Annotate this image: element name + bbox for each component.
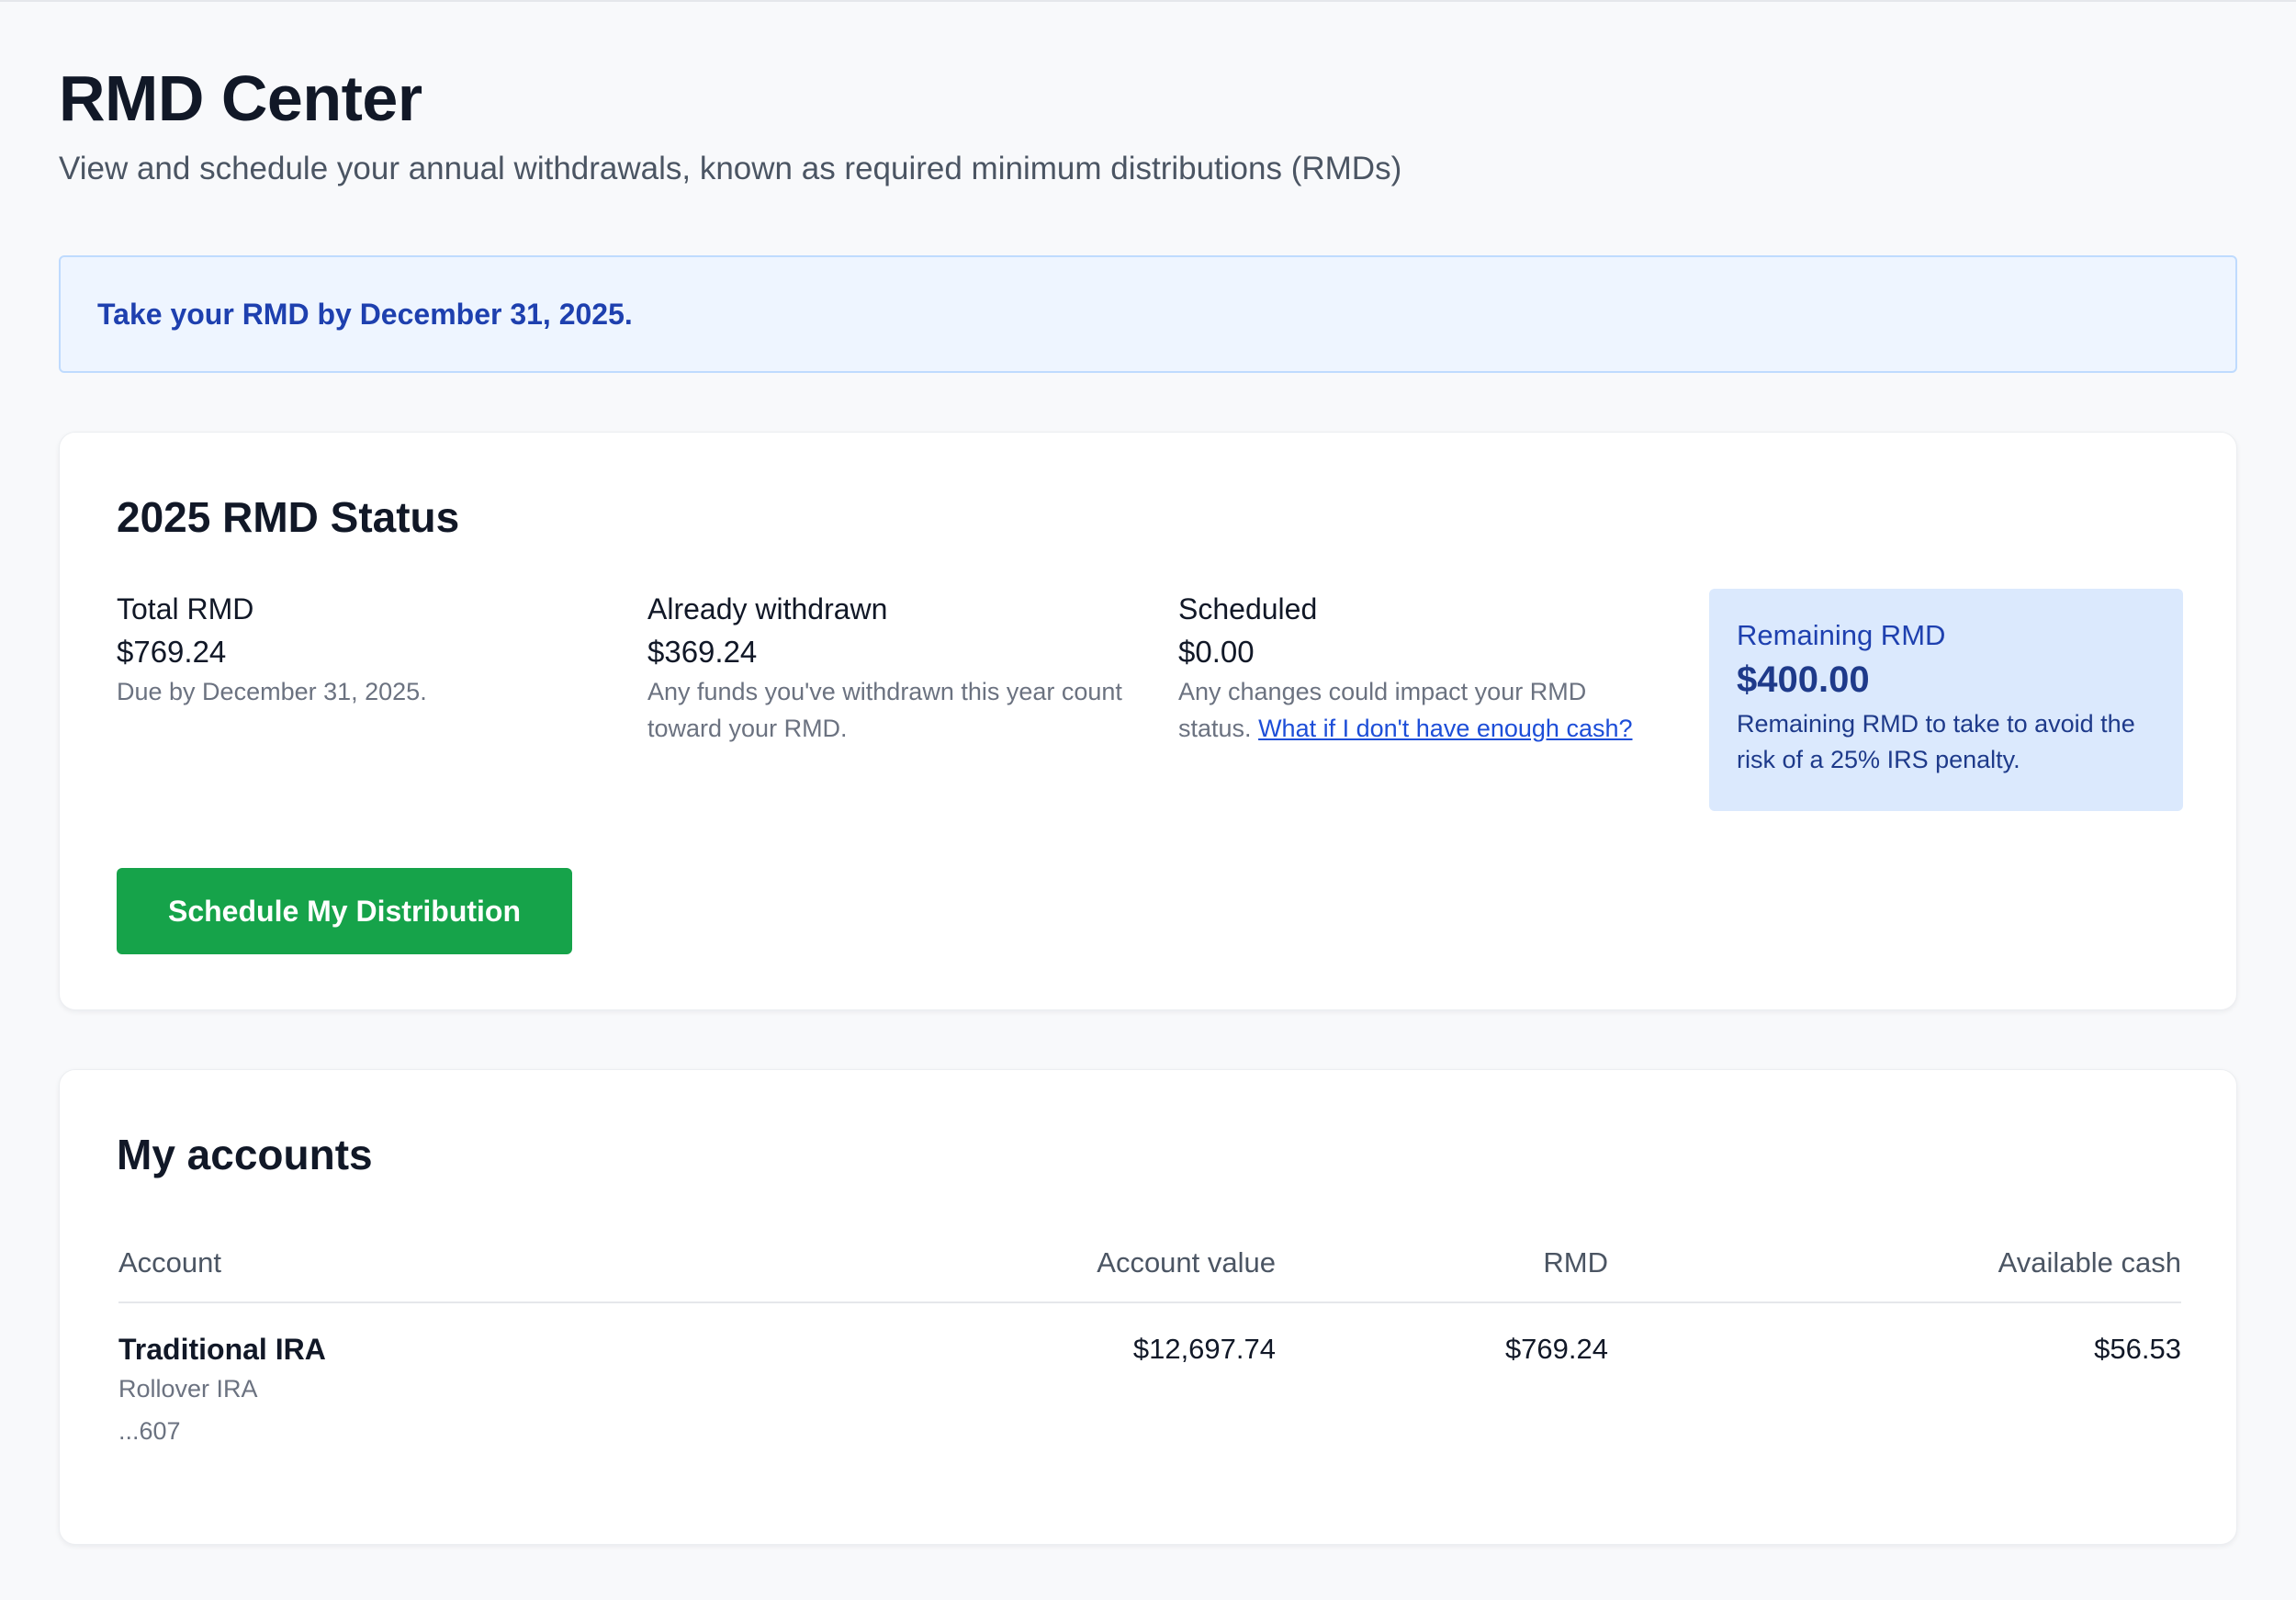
remaining-rmd-note: Remaining RMD to take to avoid the risk … bbox=[1737, 710, 2135, 773]
remaining-rmd-panel: Remaining RMD $400.00 Remaining RMD to t… bbox=[1709, 589, 2183, 811]
scheduled-note: Any changes could impact your RMD status… bbox=[1178, 673, 1656, 747]
already-withdrawn-label: Already withdrawn bbox=[647, 592, 888, 625]
account-value-cell: $12,697.74 bbox=[1132, 1333, 1276, 1365]
my-accounts-card: My accounts Account Account value RMD Av… bbox=[59, 1069, 2237, 1545]
page-title: RMD Center bbox=[59, 62, 422, 134]
schedule-distribution-button[interactable]: Schedule My Distribution bbox=[117, 868, 572, 954]
total-rmd-note: Due by December 31, 2025. bbox=[117, 678, 427, 705]
already-withdrawn-value: $369.24 bbox=[647, 635, 758, 669]
accounts-table: Account Account value RMD Available cash… bbox=[118, 1234, 2181, 1478]
accounts-table-header: Account Account value RMD Available cash bbox=[118, 1234, 2181, 1303]
page-subtitle: View and schedule your annual withdrawal… bbox=[59, 151, 1402, 186]
account-number: ...607 bbox=[118, 1417, 181, 1445]
total-rmd-label: Total RMD bbox=[117, 592, 254, 625]
account-cell: Traditional IRA Rollover IRA ...607 bbox=[118, 1331, 326, 1452]
table-row: Traditional IRA Rollover IRA ...607 $12,… bbox=[118, 1303, 2181, 1478]
scheduled-stat: Scheduled $0.00 Any changes could impact… bbox=[1178, 591, 1656, 747]
rmd-center-page: RMD Center View and schedule your annual… bbox=[0, 0, 2296, 1600]
remaining-rmd-value: $400.00 bbox=[1737, 659, 1870, 700]
already-withdrawn-stat: Already withdrawn $369.24 Any funds you'… bbox=[647, 591, 1125, 747]
already-withdrawn-note: Any funds you've withdrawn this year cou… bbox=[647, 678, 1122, 742]
column-header-account-value: Account value bbox=[1097, 1246, 1276, 1279]
account-rmd-cell: $769.24 bbox=[1504, 1333, 1608, 1365]
account-name: Traditional IRA bbox=[118, 1333, 326, 1366]
my-accounts-title: My accounts bbox=[117, 1131, 373, 1178]
deadline-alert: Take your RMD by December 31, 2025. bbox=[59, 255, 2237, 373]
column-header-account: Account bbox=[118, 1246, 222, 1279]
remaining-rmd-label: Remaining RMD bbox=[1737, 619, 1946, 651]
not-enough-cash-link[interactable]: What if I don't have enough cash? bbox=[1258, 715, 1632, 742]
column-header-available-cash: Available cash bbox=[1998, 1246, 2181, 1279]
rmd-status-title: 2025 RMD Status bbox=[117, 493, 460, 541]
deadline-alert-text: Take your RMD by December 31, 2025. bbox=[97, 297, 633, 331]
scheduled-value: $0.00 bbox=[1178, 635, 1255, 669]
rmd-status-card: 2025 RMD Status Total RMD $769.24 Due by… bbox=[59, 432, 2237, 1010]
account-type: Rollover IRA bbox=[118, 1375, 258, 1403]
column-header-rmd: RMD bbox=[1543, 1246, 1608, 1279]
scheduled-label: Scheduled bbox=[1178, 592, 1318, 625]
account-available-cash-cell: $56.53 bbox=[2094, 1333, 2181, 1365]
total-rmd-stat: Total RMD $769.24 Due by December 31, 20… bbox=[117, 591, 594, 710]
total-rmd-value: $769.24 bbox=[117, 635, 227, 669]
